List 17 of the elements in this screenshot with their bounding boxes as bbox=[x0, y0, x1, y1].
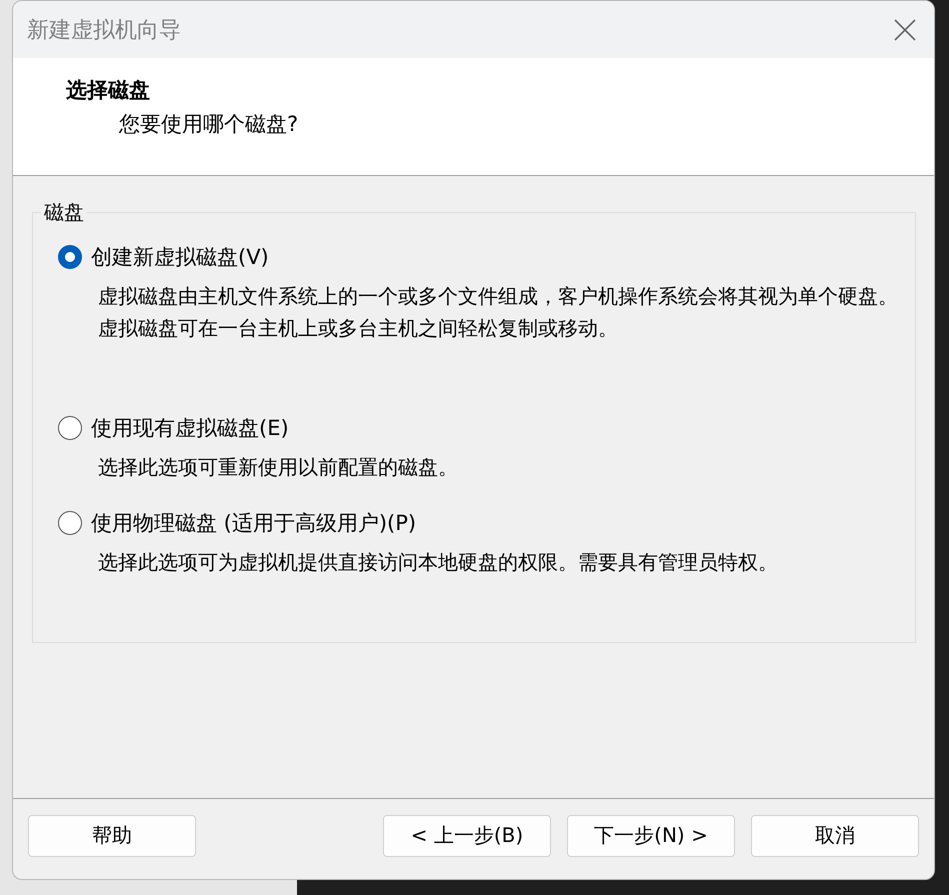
back-button[interactable]: < 上一步(B) bbox=[383, 814, 551, 856]
radio-button[interactable] bbox=[58, 245, 82, 269]
help-button[interactable]: 帮助 bbox=[28, 814, 196, 856]
radio-button[interactable] bbox=[58, 511, 82, 535]
page-subtitle: 您要使用哪个磁盘? bbox=[119, 111, 300, 138]
option-label[interactable]: 使用现有虚拟磁盘(E) bbox=[91, 414, 289, 442]
option-description: 选择此选项可为虚拟机提供直接访问本地硬盘的权限。需要具有管理员特权。 bbox=[98, 549, 779, 576]
option-description: 虚拟磁盘由主机文件系统上的一个或多个文件组成，客户机操作系统会将其视为单个硬盘。虚拟磁盘可在一台主机上或多台主机之间轻松复制或移动。 bbox=[98, 283, 898, 342]
radio-button[interactable] bbox=[58, 416, 82, 440]
window-title: 新建虚拟机向导 bbox=[27, 16, 181, 44]
option-description: 选择此选项可重新使用以前配置的磁盘。 bbox=[98, 454, 459, 481]
next-button[interactable]: 下一步(N) > bbox=[567, 814, 735, 856]
option-label[interactable]: 创建新虚拟磁盘(V) bbox=[91, 243, 269, 271]
close-icon[interactable] bbox=[894, 18, 916, 40]
cancel-button[interactable]: 取消 bbox=[751, 814, 919, 856]
page-title: 选择磁盘 bbox=[66, 76, 151, 104]
option-label[interactable]: 使用物理磁盘 (适用于高级用户)(P) bbox=[91, 509, 416, 537]
